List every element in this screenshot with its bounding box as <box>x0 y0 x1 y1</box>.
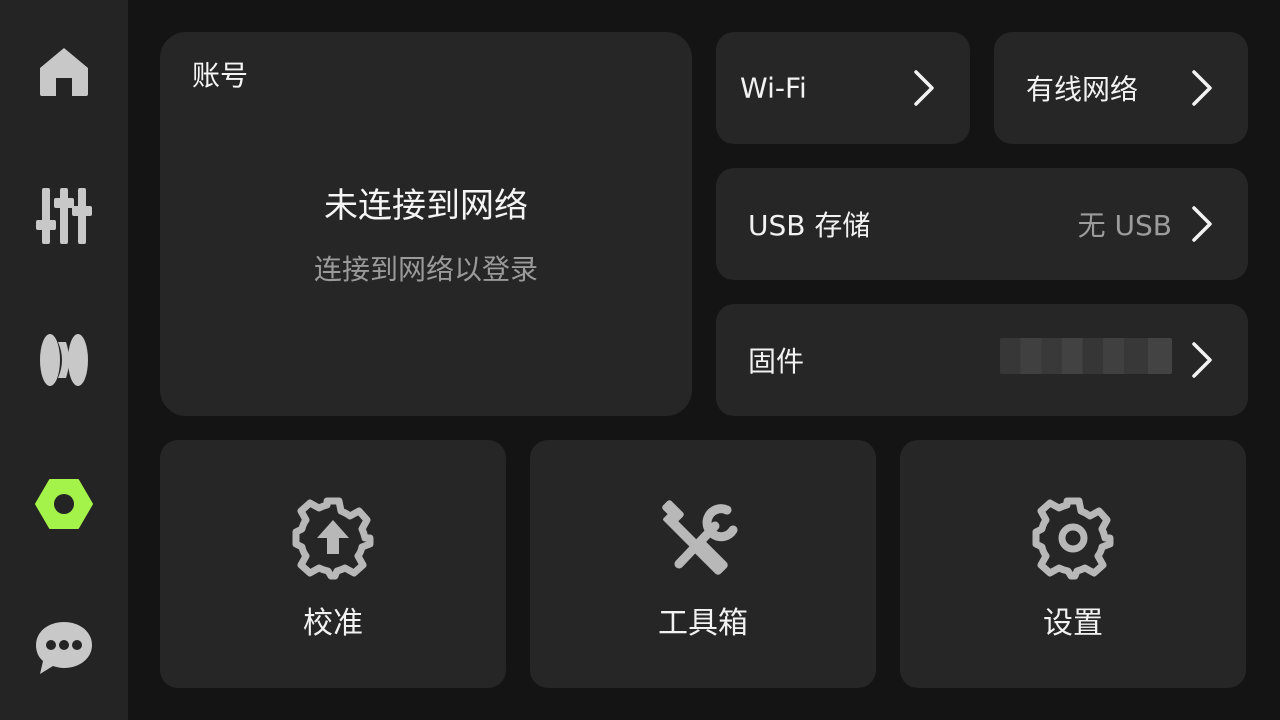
home-icon <box>40 48 88 96</box>
account-title: 账号 <box>192 59 249 92</box>
gear-icon <box>1032 497 1114 580</box>
settings-button[interactable]: 设置 <box>900 440 1246 688</box>
chevron-right-icon <box>1192 70 1212 106</box>
wired-network-label: 有线网络 <box>1026 73 1139 106</box>
chat-bubble-icon <box>36 622 92 674</box>
account-card[interactable]: 账号 未连接到网络 连接到网络以登录 <box>160 32 692 416</box>
toolbox-label: 工具箱 <box>658 606 748 641</box>
sidebar <box>0 0 128 720</box>
sliders-icon <box>36 188 92 244</box>
usb-storage-card[interactable]: USB 存储 无 USB <box>716 168 1248 280</box>
firmware-card[interactable]: 固件 <box>716 304 1248 416</box>
filament-spool-icon <box>40 334 88 386</box>
usb-storage-value: 无 USB <box>1077 209 1172 242</box>
chevron-right-icon <box>914 70 934 106</box>
chevron-right-icon <box>1192 342 1212 378</box>
nav-controls[interactable] <box>24 176 104 256</box>
chevron-right-icon <box>1192 206 1212 242</box>
hex-nut-icon <box>35 479 93 529</box>
calibration-button[interactable]: 校准 <box>160 440 506 688</box>
nav-settings[interactable] <box>24 464 104 544</box>
nav-filament[interactable] <box>24 320 104 400</box>
login-hint-text: 连接到网络以登录 <box>313 253 538 286</box>
gear-upload-icon <box>292 497 374 580</box>
wifi-label: Wi-Fi <box>740 71 807 105</box>
calibration-label: 校准 <box>303 606 363 641</box>
nav-home[interactable] <box>24 32 104 112</box>
firmware-label: 固件 <box>748 345 805 378</box>
screwdriver-wrench-icon <box>662 500 738 575</box>
wifi-card[interactable]: Wi-Fi <box>716 32 970 144</box>
nav-messages[interactable] <box>24 608 104 688</box>
wired-network-card[interactable]: 有线网络 <box>994 32 1248 144</box>
usb-storage-label: USB 存储 <box>748 209 871 242</box>
firmware-version-redacted <box>1000 338 1172 374</box>
network-status-text: 未连接到网络 <box>324 186 528 226</box>
toolbox-button[interactable]: 工具箱 <box>530 440 876 688</box>
settings-label: 设置 <box>1043 606 1103 641</box>
